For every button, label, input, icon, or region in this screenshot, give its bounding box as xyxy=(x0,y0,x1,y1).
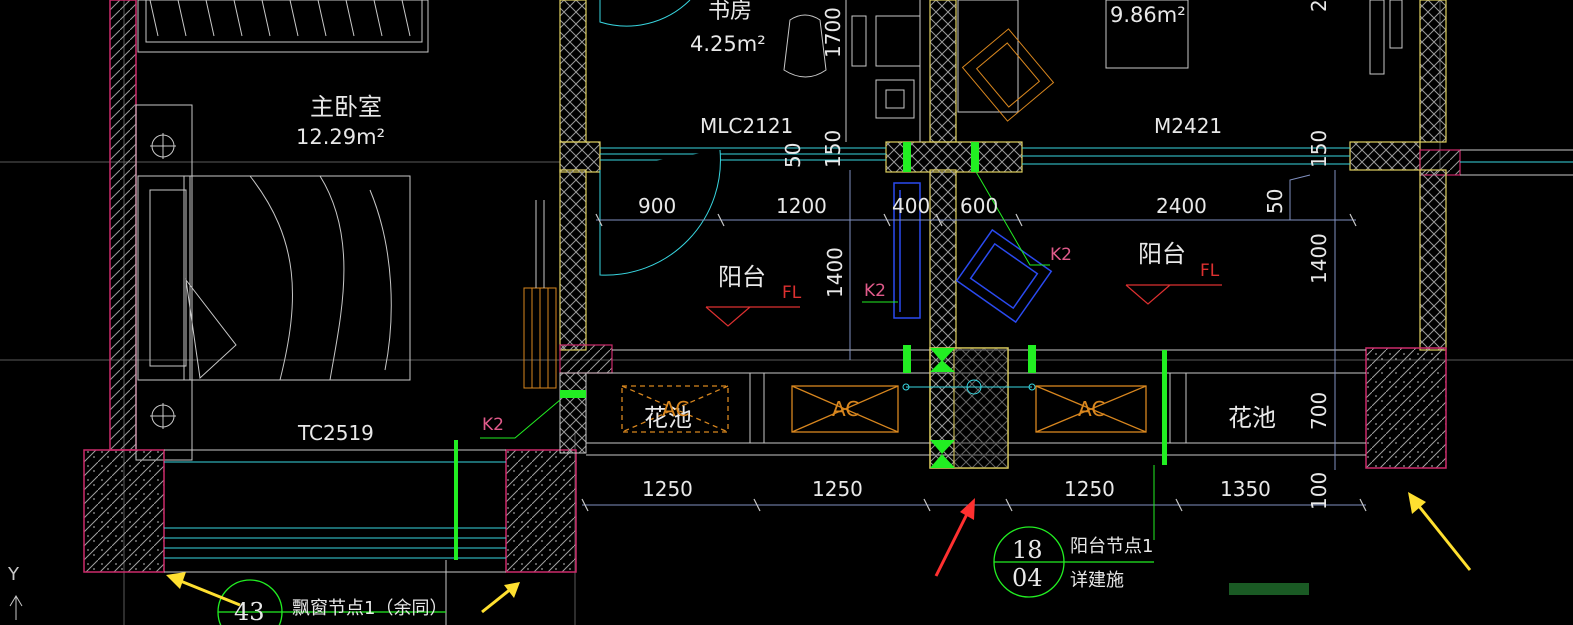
cad-floor-plan: 主卧室 12.29m² 书房 4.25m² 9.86m² 阳台 FL 阳台 FL… xyxy=(0,0,1573,625)
dim-1250-a: 1250 xyxy=(642,477,693,501)
study-area: 4.25m² xyxy=(690,32,766,56)
ac-label-2: AC xyxy=(832,397,859,421)
k2-label-1: K2 xyxy=(482,415,504,435)
dim-v-150a: 150 xyxy=(821,130,845,168)
study-furniture xyxy=(783,0,921,142)
study-name: 书房 xyxy=(708,0,752,24)
dim-v-150b: 150 xyxy=(1307,130,1331,168)
balcony-left-name: 阳台 xyxy=(718,263,766,291)
axis-symbol xyxy=(9,595,23,620)
door-label-left: MLC2121 xyxy=(700,114,793,138)
column xyxy=(902,347,1036,469)
master-bedroom-area: 12.29m² xyxy=(296,125,385,149)
wardrobe xyxy=(137,0,429,53)
balcony-node-sub: 详建施 xyxy=(1070,570,1124,591)
door-label-right: M2421 xyxy=(1154,114,1222,138)
balcony-right-name: 阳台 xyxy=(1138,240,1186,268)
bay-node-number: 43 xyxy=(234,598,265,625)
balcony-node-bottom: 04 xyxy=(1012,564,1043,592)
dim-900: 900 xyxy=(638,194,676,218)
dim-1250-c: 1250 xyxy=(1064,477,1115,501)
dim-1200: 1200 xyxy=(776,194,827,218)
ac-label-1: AC xyxy=(662,397,689,421)
dim-1250-b: 1250 xyxy=(812,477,863,501)
window-label: TC2519 xyxy=(297,421,374,445)
callout-texts: 18 04 阳台节点1 详建施 43 飘窗节点1（余同） xyxy=(234,536,1153,625)
balcony-node-title: 阳台节点1 xyxy=(1070,536,1153,557)
master-bedroom-name: 主卧室 xyxy=(310,93,382,121)
axis-y-label: Y xyxy=(7,564,20,585)
dim-v-2: 2 xyxy=(1307,0,1331,12)
dim-v-100: 100 xyxy=(1307,472,1331,510)
dim-600: 600 xyxy=(960,194,998,218)
dim-2400: 2400 xyxy=(1156,194,1207,218)
grid-lines xyxy=(0,0,1573,625)
dim-v-50b: 50 xyxy=(1263,189,1287,214)
dim-400: 400 xyxy=(892,194,930,218)
wall-center xyxy=(559,0,1573,469)
balcony-right-fl: FL xyxy=(1200,261,1220,281)
dim-v-700: 700 xyxy=(1307,392,1331,430)
dim-v-1400b: 1400 xyxy=(1307,233,1331,284)
balcony-left-fl: FL xyxy=(782,283,802,303)
wall-left xyxy=(109,0,193,461)
k2-label-3: K2 xyxy=(1050,245,1072,265)
column-symbol xyxy=(150,133,176,429)
dim-v-1400a: 1400 xyxy=(823,247,847,298)
dim-1350: 1350 xyxy=(1220,477,1271,501)
ac-units xyxy=(621,385,1147,433)
balcony-node-top: 18 xyxy=(1012,536,1043,564)
right-room-area: 9.86m² xyxy=(1110,3,1186,27)
bed xyxy=(137,175,411,381)
k2-label-2: K2 xyxy=(864,281,886,301)
planter-right: 花池 xyxy=(1228,404,1276,432)
dim-v-1700: 1700 xyxy=(821,7,845,58)
dim-v-50a: 50 xyxy=(781,143,805,168)
bay-node-title: 飘窗节点1（余同） xyxy=(292,598,447,619)
ac-label-3: AC xyxy=(1078,397,1105,421)
